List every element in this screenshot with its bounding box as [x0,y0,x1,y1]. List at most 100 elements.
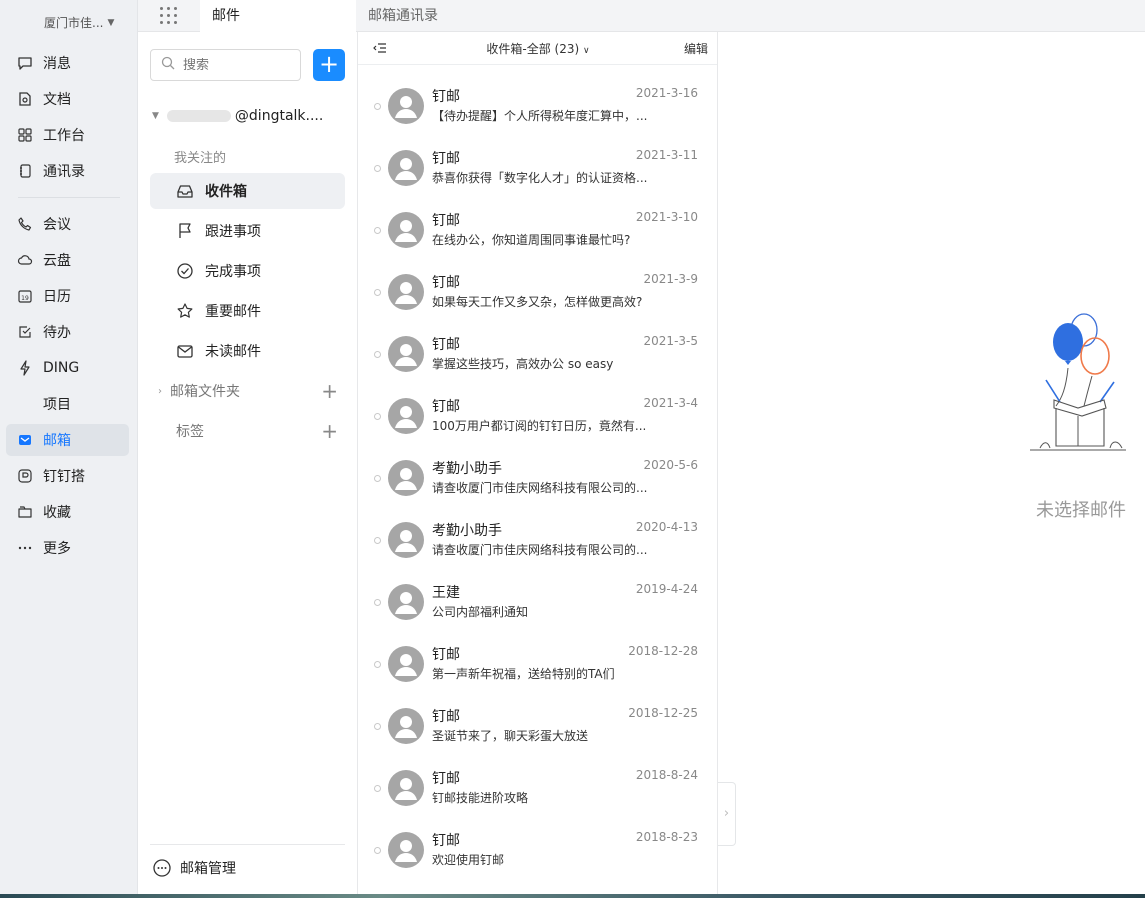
mail-item[interactable]: 考勤小助手 2020-5-6 请查收厦门市佳庆网络科技有限公司的... [358,444,717,506]
app-grid-icon[interactable] [160,7,178,25]
folder-done[interactable]: 完成事项 [150,253,345,289]
unread-dot[interactable] [374,537,381,544]
mail-sender: 钉邮 [432,399,460,415]
avatar [388,584,424,620]
mail-item[interactable]: 钉邮 2021-3-9 如果每天工作又多又杂，怎样做更高效? [358,258,717,320]
more-circle-icon [152,858,172,878]
unread-dot[interactable] [374,475,381,482]
nav-item-todo[interactable]: 待办 [6,316,129,348]
account-email: @dingtalk.... [234,108,324,124]
mail-date: 2018-8-23 [635,830,698,844]
unread-dot[interactable] [374,723,381,730]
mail-item[interactable]: 考勤小助手 2020-4-13 请查收厦门市佳庆网络科技有限公司的... [358,506,717,568]
mail-item[interactable]: 钉邮 2018-12-28 第一声新年祝福，送给特别的TA们 [358,630,717,692]
search-input[interactable] [183,57,293,73]
folder-important[interactable]: 重要邮件 [150,293,345,329]
mail-item[interactable]: 钉邮 2018-8-23 欢迎使用钉邮 [358,816,717,878]
compose-button[interactable]: + [313,49,345,81]
folder-icon [17,504,33,520]
nav-item-ding[interactable]: DING [6,352,129,384]
unread-dot[interactable] [374,413,381,420]
folder-panel: + ▼ @dingtalk.... 我关注的 收件箱 跟进事项 完成事项 重要邮… [138,32,358,898]
mail-item[interactable]: 钉邮 2021-3-11 恭喜你获得「数字化人才」的认证资格... [358,134,717,196]
avatar [388,398,424,434]
mail-item[interactable]: 王建 2019-4-24 公司内部福利通知 [358,568,717,630]
search-icon [161,56,175,74]
mail-sender: 钉邮 [432,647,460,663]
org-switcher[interactable]: 厦门市佳... ▼ [44,14,114,31]
blank-icon [17,396,33,412]
mail-icon [17,432,33,448]
mailbox-management-button[interactable]: 邮箱管理 [152,858,236,878]
mail-preview: 恭喜你获得「数字化人才」的认证资格... [432,171,648,185]
mail-folders-group[interactable]: › 邮箱文件夹 + [158,380,338,402]
unread-dot[interactable] [374,165,381,172]
mail-item[interactable]: 钉邮 2021-3-10 在线办公，你知道周围同事谁最忙吗? [358,196,717,258]
tab-mail[interactable]: 邮件 [200,0,356,32]
expand-pane-button[interactable]: › [718,782,736,846]
folder-inbox[interactable]: 收件箱 [150,173,345,209]
mail-preview: 欢迎使用钉邮 [432,853,505,867]
unread-dot[interactable] [374,785,381,792]
unread-dot[interactable] [374,103,381,110]
workbench-icon [17,127,33,143]
mail-item[interactable]: 钉邮 2018-12-25 圣诞节来了，聊天彩蛋大放送 [358,692,717,754]
unread-dot[interactable] [374,847,381,854]
tags-group[interactable]: 标签 + [158,420,338,442]
search-box[interactable] [150,49,301,81]
mail-list-header: 收件箱-全部 (23) ∨ 编辑 [358,32,717,65]
mail-date: 2021-3-16 [635,86,698,100]
mail-item[interactable]: 钉邮 2021-3-16 【待办提醒】个人所得税年度汇算中，... [358,72,717,134]
nav-item-dingda[interactable]: 钉钉搭 [6,460,129,492]
mail-sender: 钉邮 [432,275,460,291]
nav-item-cloud[interactable]: 云盘 [6,244,129,276]
mail-preview: 钉邮技能进阶攻略 [432,791,529,805]
folder-unread[interactable]: 未读邮件 [150,333,345,369]
document-icon [17,91,33,107]
mail-date: 2021-3-5 [643,334,698,348]
nav-item-favorites[interactable]: 收藏 [6,496,129,528]
mail-item[interactable]: 钉邮 2018-8-24 钉邮技能进阶攻略 [358,754,717,816]
mail-preview: 第一声新年祝福，送给特别的TA们 [432,667,615,681]
nav-item-more[interactable]: 更多 [6,532,129,564]
nav-label: 邮箱 [43,433,71,449]
edit-button[interactable]: 编辑 [684,40,708,57]
mail-sender: 钉邮 [432,709,460,725]
folder-label: 重要邮件 [205,304,261,320]
folder-label: 收件箱 [205,184,247,200]
unread-dot[interactable] [374,599,381,606]
chevron-right-icon: › [158,385,162,397]
mail-list-title[interactable]: 收件箱-全部 (23) ∨ [358,40,717,57]
nav-item-calendar[interactable]: 19 日历 [6,280,129,312]
nav-item-messages[interactable]: 消息 [6,47,129,79]
account-row[interactable]: ▼ @dingtalk.... [152,108,342,124]
nav-item-meeting[interactable]: 会议 [6,208,129,240]
cloud-icon [17,252,33,268]
avatar [388,832,424,868]
caret-down-icon: ▼ [107,17,115,28]
redacted-email-prefix [166,110,231,122]
nav-item-project[interactable]: 项目 [6,388,129,420]
org-name: 厦门市佳... [44,16,104,30]
mail-item[interactable]: 钉邮 2021-3-4 100万用户都订阅的钉钉日历，竟然有... [358,382,717,444]
tab-mail-contacts[interactable]: 邮箱通讯录 [356,0,438,32]
nav-item-docs[interactable]: 文档 [6,83,129,115]
add-tag-icon[interactable]: + [321,421,338,441]
nav-item-workbench[interactable]: 工作台 [6,119,129,151]
mail-sender: 钉邮 [432,833,460,849]
nav-item-mail[interactable]: 邮箱 [6,424,129,456]
folder-follow-up[interactable]: 跟进事项 [150,213,345,249]
unread-dot[interactable] [374,351,381,358]
check-circle-icon [175,261,195,281]
nav-label: 项目 [43,397,71,413]
mail-preview: 100万用户都订阅的钉钉日历，竟然有... [432,419,647,433]
mail-sender: 钉邮 [432,337,460,353]
nav-item-contacts[interactable]: 通讯录 [6,155,129,187]
top-tab-bar: 邮件 邮箱通讯录 [138,0,1145,32]
add-folder-icon[interactable]: + [321,381,338,401]
mail-item[interactable]: 钉邮 2021-3-5 掌握这些技巧，高效办公 so easy [358,320,717,382]
unread-dot[interactable] [374,227,381,234]
unread-dot[interactable] [374,661,381,668]
left-nav: 厦门市佳... ▼ 消息 文档 工作台 通讯录 会议 云盘 19 日历 待办 D… [0,0,138,898]
unread-dot[interactable] [374,289,381,296]
